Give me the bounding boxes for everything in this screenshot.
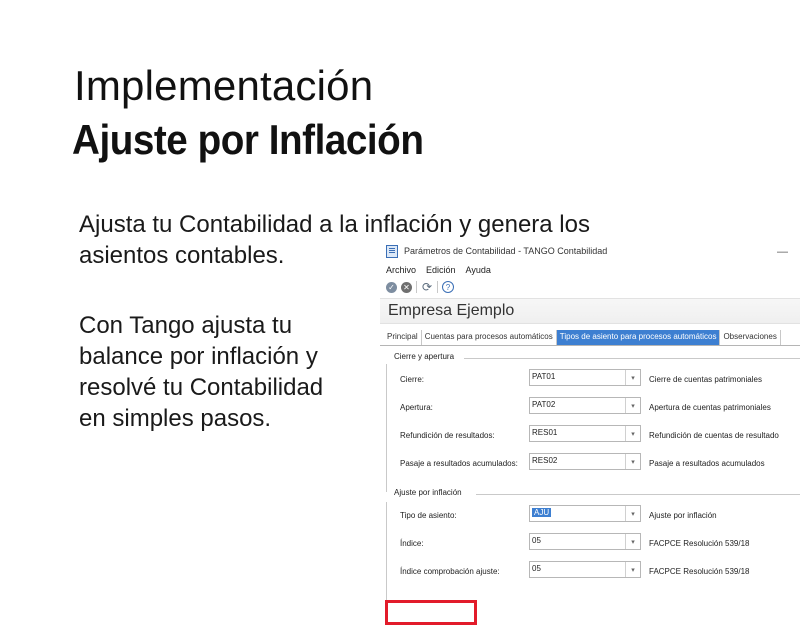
group-ajuste-inflacion: Ajuste por inflación [384, 488, 800, 500]
field-label: Índice: [400, 539, 424, 548]
chevron-down-icon[interactable]: ▾ [625, 398, 640, 413]
field-description: Refundición de cuentas de resultado [649, 431, 779, 440]
field-description: Pasaje a resultados acumulados [649, 459, 765, 468]
combo-value: RES02 [532, 456, 558, 465]
indice-combo[interactable]: 05 ▾ [529, 533, 641, 550]
menu-bar: Archivo Edición Ayuda [380, 262, 800, 278]
chevron-down-icon[interactable]: ▾ [625, 370, 640, 385]
tab-cuentas-procesos[interactable]: Cuentas para procesos automáticos [422, 330, 557, 345]
row-tipo-asiento: Tipo de asiento: AJU ▾ Ajuste por inflac… [384, 500, 800, 528]
cancel-icon[interactable]: ✕ [401, 281, 412, 293]
field-description: Ajuste por inflación [649, 511, 717, 520]
tab-strip: Principal Cuentas para procesos automáti… [380, 330, 800, 346]
field-description: FACPCE Resolución 539/18 [649, 567, 750, 576]
chevron-down-icon[interactable]: ▾ [625, 506, 640, 521]
menu-edicion[interactable]: Edición [426, 265, 456, 275]
field-description: Apertura de cuentas patrimoniales [649, 403, 771, 412]
group-title: Cierre y apertura [392, 352, 457, 361]
pasaje-combo[interactable]: RES02 ▾ [529, 453, 641, 470]
highlight-box [385, 600, 477, 625]
parametros-window: Parámetros de Contabilidad - TANGO Conta… [380, 240, 800, 625]
combo-value: AJU [532, 508, 552, 517]
row-refundicion: Refundición de resultados: RES01 ▾ Refun… [384, 420, 800, 448]
field-label: Refundición de resultados: [400, 431, 495, 440]
combo-value: 05 [532, 564, 541, 573]
field-label: Apertura: [400, 403, 433, 412]
chevron-down-icon[interactable]: ▾ [625, 454, 640, 469]
help-icon[interactable]: ? [442, 281, 454, 293]
menu-archivo[interactable]: Archivo [386, 265, 416, 275]
body-line-4: en simples pasos. [79, 405, 272, 432]
window-title: Parámetros de Contabilidad - TANGO Conta… [404, 246, 608, 256]
cierre-combo[interactable]: PAT01 ▾ [529, 369, 641, 386]
menu-ayuda[interactable]: Ayuda [466, 265, 491, 275]
minimize-button[interactable]: — [777, 246, 788, 258]
field-description: FACPCE Resolución 539/18 [649, 539, 750, 548]
body-line-3: resolvé tu Contabilidad [79, 374, 324, 401]
combo-value: RES01 [532, 428, 558, 437]
field-label: Cierre: [400, 375, 425, 384]
combo-value: 05 [532, 536, 541, 545]
tab-tipos-asiento[interactable]: Tipos de asiento para procesos automátic… [556, 330, 721, 345]
app-icon [386, 244, 398, 258]
apertura-combo[interactable]: PAT02 ▾ [529, 397, 641, 414]
toolbar-separator [437, 281, 438, 293]
tab-observaciones[interactable]: Observaciones [720, 330, 781, 345]
row-indice-comprobacion: Índice comprobación ajuste: 05 ▾ FACPCE … [384, 556, 800, 584]
indice-comprobacion-combo[interactable]: 05 ▾ [529, 561, 641, 578]
body-paragraph: Con Tango ajusta tu balance por inflació… [79, 310, 369, 434]
slide-title: Implementación [74, 62, 374, 109]
refundicion-combo[interactable]: RES01 ▾ [529, 425, 641, 442]
combo-value: PAT01 [532, 372, 556, 381]
group-title: Ajuste por inflación [392, 488, 464, 497]
tipo-asiento-combo[interactable]: AJU ▾ [529, 505, 641, 522]
tab-principal[interactable]: Principal [384, 330, 422, 345]
body-line-1: Con Tango ajusta tu [79, 312, 293, 339]
refresh-icon[interactable]: ⟳ [421, 280, 433, 294]
intro-line-1: Ajusta tu Contabilidad a la inflación y … [79, 211, 590, 238]
slide-subtitle: Ajuste por Inflación [72, 116, 424, 163]
row-pasaje: Pasaje a resultados acumulados: RES02 ▾ … [384, 448, 800, 476]
company-header: Empresa Ejemplo [380, 298, 800, 324]
chevron-down-icon[interactable]: ▾ [625, 562, 640, 577]
group-cierre-apertura: Cierre y apertura [384, 352, 800, 364]
chevron-down-icon[interactable]: ▾ [625, 534, 640, 549]
tab-content: Cierre y apertura Cierre: PAT01 ▾ Cierre… [380, 352, 800, 625]
field-label: Índice comprobación ajuste: [400, 567, 500, 576]
field-label: Pasaje a resultados acumulados: [400, 459, 518, 468]
body-line-2: balance por inflación y [79, 343, 318, 370]
row-indice: Índice: 05 ▾ FACPCE Resolución 539/18 [384, 528, 800, 556]
toolbar-separator [416, 281, 417, 293]
row-cierre: Cierre: PAT01 ▾ Cierre de cuentas patrim… [384, 364, 800, 392]
field-description: Cierre de cuentas patrimoniales [649, 375, 762, 384]
ok-icon[interactable]: ✓ [386, 281, 397, 293]
combo-value: PAT02 [532, 400, 556, 409]
window-titlebar: Parámetros de Contabilidad - TANGO Conta… [380, 240, 800, 262]
chevron-down-icon[interactable]: ▾ [625, 426, 640, 441]
toolbar: ✓ ✕ ⟳ ? [380, 278, 800, 296]
field-label: Tipo de asiento: [400, 511, 457, 520]
row-apertura: Apertura: PAT02 ▾ Apertura de cuentas pa… [384, 392, 800, 420]
